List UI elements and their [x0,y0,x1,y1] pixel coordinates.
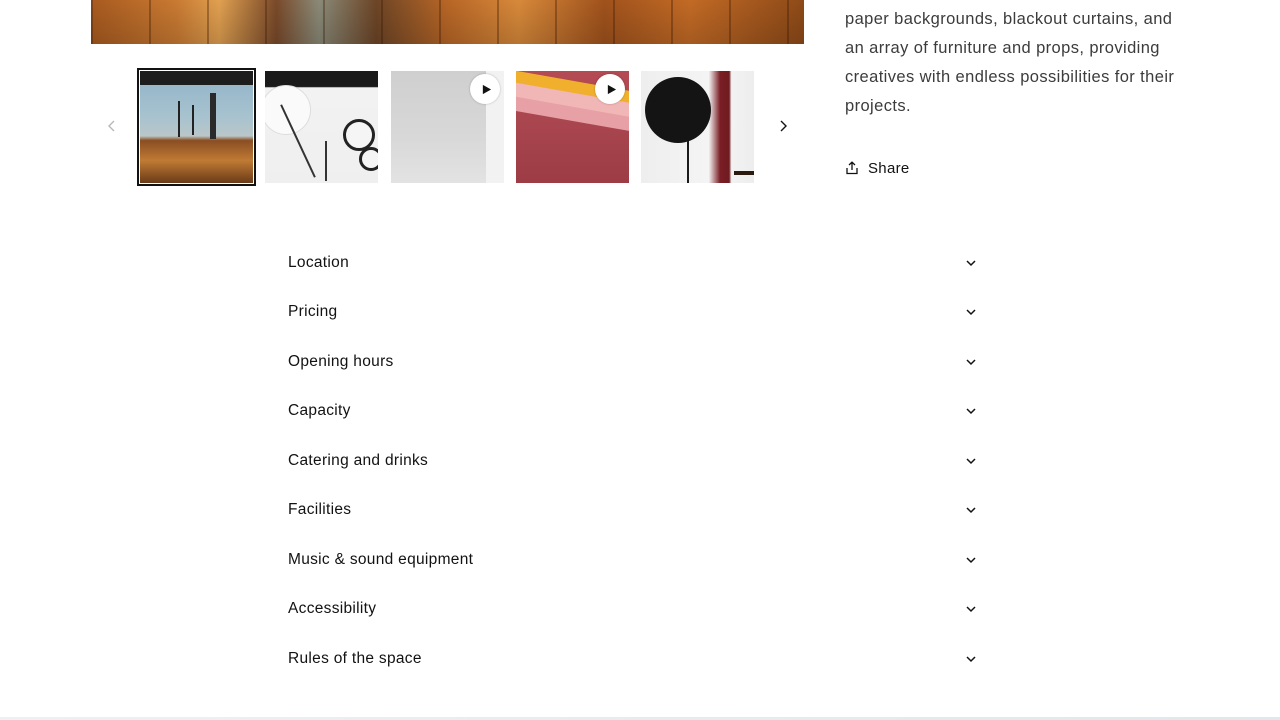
play-icon [607,84,616,94]
accordion-accessibility[interactable]: Accessibility [288,585,980,635]
accordion-label: Rules of the space [288,649,422,667]
chevron-down-icon [966,507,976,514]
play-video-button[interactable] [595,74,625,104]
accordion-rules-of-the-space[interactable]: Rules of the space [288,634,980,684]
accordion-label: Pricing [288,303,338,321]
accordion-facilities[interactable]: Facilities [288,486,980,536]
play-video-button[interactable] [470,74,500,104]
thumbnail-white-cyclorama[interactable] [391,71,504,183]
product-page: paper backgrounds, blackout curtains, an… [0,0,1280,720]
accordion-label: Facilities [288,501,352,519]
thumbnail-prev-button[interactable] [98,112,126,140]
description-line: an array of furniture and props, providi… [845,39,1160,57]
thumbnail-softbox-setup[interactable] [641,71,754,183]
chevron-left-icon [108,120,115,132]
accordion-opening-hours[interactable]: Opening hours [288,337,980,387]
share-button[interactable]: Share [845,156,910,180]
thumbnail-lighting-equipment[interactable] [265,71,378,183]
accordion-label: Accessibility [288,600,377,618]
chevron-down-icon [966,260,976,266]
chevron-down-icon [966,408,976,415]
accordion-label: Capacity [288,402,351,420]
description-line: projects. [845,97,911,115]
chevron-right-icon [780,120,787,132]
description-line: creatives with endless possibilities for… [845,68,1175,86]
share-icon [846,161,858,175]
accordion-label: Catering and drinks [288,451,429,469]
accordion-capacity[interactable]: Capacity [288,387,980,437]
chevron-down-icon [966,458,976,464]
accordion-catering-and-drinks[interactable]: Catering and drinks [288,436,980,486]
product-details-accordion: Location Pricing Opening hours Capacity … [288,238,980,684]
chevron-down-icon [966,309,976,316]
thumbnail-studio-floor[interactable] [137,68,256,186]
chevron-down-icon [966,557,976,563]
share-label: Share [868,159,910,177]
accordion-music-sound-equipment[interactable]: Music & sound equipment [288,535,980,585]
chevron-down-icon [966,359,976,365]
accordion-label: Opening hours [288,352,394,370]
accordion-label: Location [288,253,350,271]
chevron-down-icon [966,656,976,662]
thumbnail-next-button[interactable] [769,112,797,140]
thumbnail-paper-backdrops[interactable] [516,71,629,183]
description-line: paper backgrounds, blackout curtains, an… [845,10,1173,28]
main-gallery-image[interactable] [91,0,804,44]
accordion-label: Music & sound equipment [288,550,474,568]
product-description: paper backgrounds, blackout curtains, an… [845,5,1205,121]
play-icon [482,84,491,94]
accordion-pricing[interactable]: Pricing [288,288,980,338]
accordion-location[interactable]: Location [288,238,980,288]
chevron-down-icon [966,606,976,613]
